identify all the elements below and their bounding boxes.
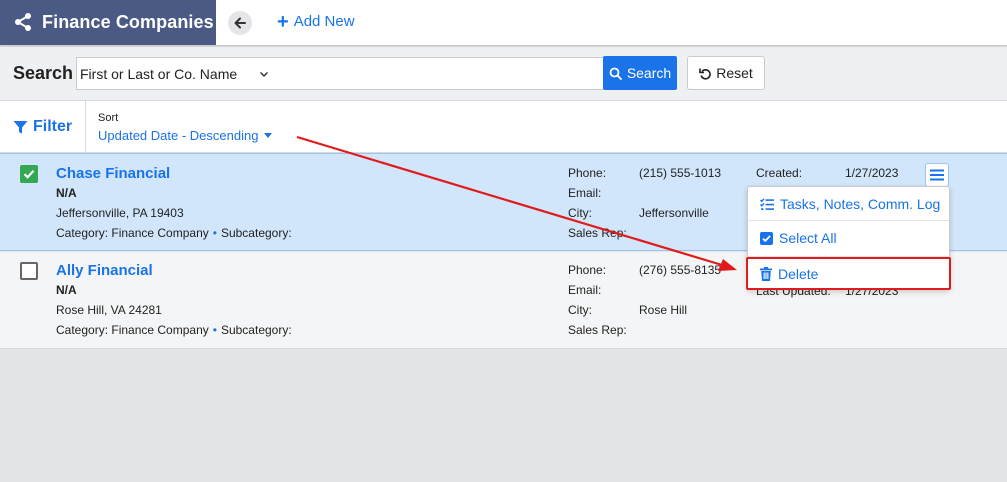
- annotation-arrow: [296, 135, 737, 271]
